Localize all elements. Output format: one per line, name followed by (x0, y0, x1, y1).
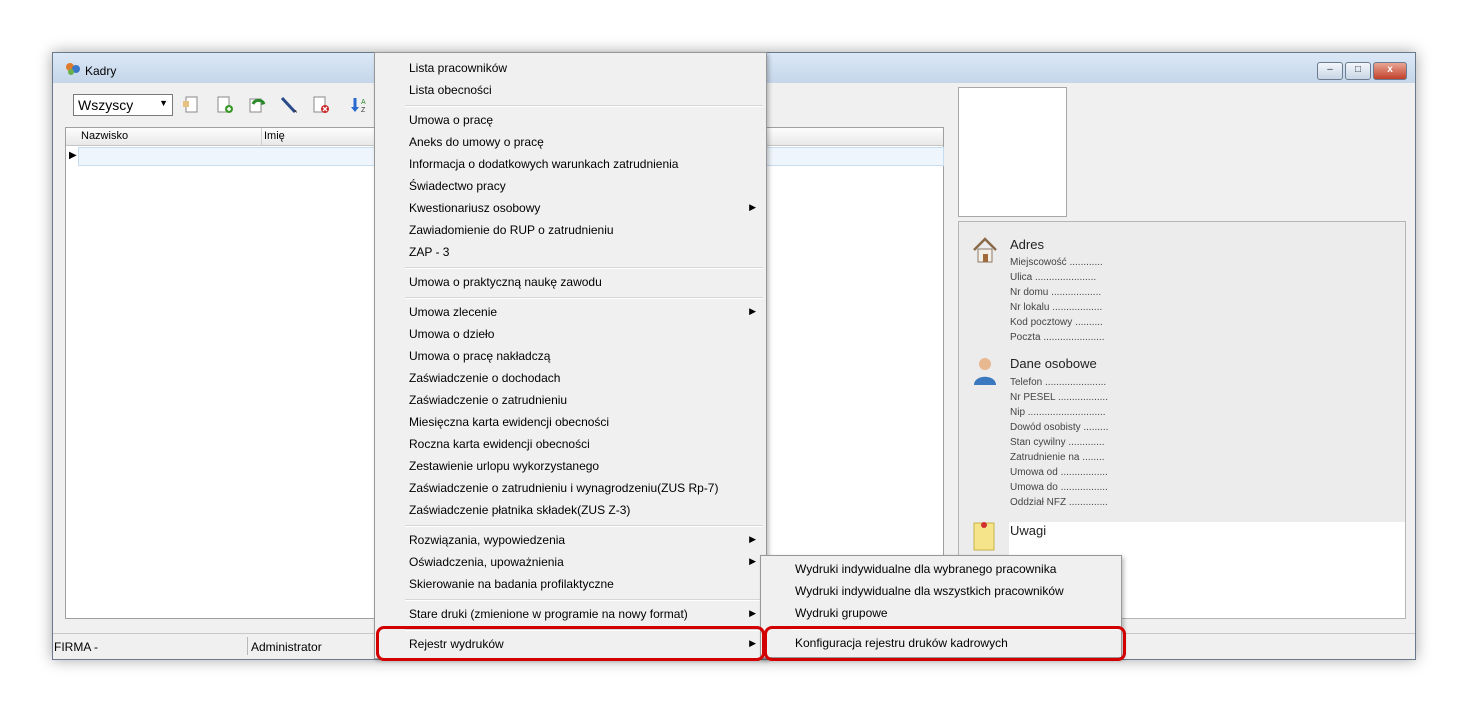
row-pointer-icon: ▶ (69, 150, 77, 161)
menu-item-zus-z3[interactable]: Zaświadczenie płatnika składek(ZUS Z-3) (375, 499, 766, 521)
menu-item-lista-pracownikow[interactable]: Lista pracowników (375, 57, 766, 79)
field-miejscowosc: Miejscowość ............ (1010, 257, 1103, 268)
menu-item-praca-nakladcza[interactable]: Umowa o pracę nakładczą (375, 345, 766, 367)
refresh-icon[interactable] (247, 96, 267, 114)
menu-separator (405, 297, 763, 299)
field-poczta: Poczta ...................... (1010, 332, 1105, 343)
submenu-arrow-icon: ▶ (749, 306, 756, 316)
maximize-button[interactable]: □ (1345, 62, 1371, 80)
window-title: Kadry (85, 64, 117, 78)
person-icon (974, 358, 996, 385)
field-dowod: Dowód osobisty ......... (1010, 422, 1109, 433)
field-nr-domu: Nr domu .................. (1010, 287, 1102, 298)
document-icon[interactable] (181, 96, 201, 114)
menu-item-umowa-o-dzielo[interactable]: Umowa o dzieło (375, 323, 766, 345)
menu-item-informacja[interactable]: Informacja o dodatkowych warunkach zatru… (375, 153, 766, 175)
app-icon (66, 63, 80, 75)
column-header-nazwisko[interactable]: Nazwisko (81, 130, 128, 142)
field-stan-cywilny: Stan cywilny ............. (1010, 437, 1105, 448)
menu-item-zawiadomienie-rup[interactable]: Zawiadomienie do RUP o zatrudnieniu (375, 219, 766, 241)
menu-item-aneks[interactable]: Aneks do umowy o pracę (375, 131, 766, 153)
menu-item-rozwiazania[interactable]: Rozwiązania, wypowiedzenia ▶ (375, 529, 766, 551)
menu-item-zaswiadczenie-zatrudnienie[interactable]: Zaświadczenie o zatrudnieniu (375, 389, 766, 411)
filter-value: Wszyscy (78, 97, 134, 113)
menu-item-roczna-karta[interactable]: Roczna karta ewidencji obecności (375, 433, 766, 455)
notes-title: Uwagi (1010, 523, 1047, 538)
field-umowa-od: Umowa od ................. (1010, 467, 1108, 478)
add-document-icon[interactable] (215, 96, 235, 114)
menu-item-zap3[interactable]: ZAP - 3 (375, 241, 766, 263)
menu-item-miesieczna-karta[interactable]: Miesięczna karta ewidencji obecności (375, 411, 766, 433)
menu-item-swiadectwo-pracy[interactable]: Świadectwo pracy (375, 175, 766, 197)
menu-item-umowa-zlecenie[interactable]: Umowa zlecenie ▶ (375, 301, 766, 323)
menu-item-stare-druki[interactable]: Stare druki (zmienione w programie na no… (375, 603, 766, 625)
highlight-konfiguracja (764, 626, 1126, 661)
field-ulica: Ulica ...................... (1010, 272, 1097, 283)
employee-photo (958, 87, 1067, 217)
menu-item-zaswiadczenie-dochody[interactable]: Zaświadczenie o dochodach (375, 367, 766, 389)
menu-item-umowa-o-prace[interactable]: Umowa o pracę (375, 109, 766, 131)
close-button[interactable]: x (1373, 62, 1407, 80)
chevron-down-icon: ▼ (159, 98, 168, 108)
field-nip: Nip ............................ (1010, 407, 1106, 418)
address-title: Adres (1010, 237, 1044, 252)
toolbar: Wszyscy ▼ AZ (65, 89, 385, 119)
field-telefon: Telefon ...................... (1010, 377, 1107, 388)
column-divider (261, 128, 262, 145)
submenu-item-wybrany-pracownik[interactable]: Wydruki indywidualne dla wybranego praco… (761, 558, 1121, 580)
menu-item-zus-rp7[interactable]: Zaświadczenie o zatrudnieniu i wynagrodz… (375, 477, 766, 499)
field-umowa-do: Umowa do ................. (1010, 482, 1108, 493)
field-kod-pocztowy: Kod pocztowy .......... (1010, 317, 1103, 328)
edit-pen-icon[interactable] (279, 96, 299, 114)
employee-filter-select[interactable]: Wszyscy ▼ (73, 94, 173, 116)
field-nr-lokalu: Nr lokalu .................. (1010, 302, 1103, 313)
svg-text:Z: Z (361, 107, 366, 114)
print-context-menu: Lista pracowników Lista obecności Umowa … (374, 52, 767, 659)
column-header-imie[interactable]: Imię (264, 130, 285, 142)
sort-az-icon[interactable]: AZ (349, 96, 369, 114)
submenu-arrow-icon: ▶ (749, 608, 756, 618)
menu-item-kwestionariusz[interactable]: Kwestionariusz osobowy ▶ (375, 197, 766, 219)
submenu-arrow-icon: ▶ (749, 202, 756, 212)
submenu-arrow-icon: ▶ (749, 556, 756, 566)
menu-item-oswiadczenia[interactable]: Oświadczenia, upoważnienia ▶ (375, 551, 766, 573)
svg-text:A: A (361, 99, 366, 106)
field-oddzial-nfz: Oddział NFZ .............. (1010, 497, 1108, 508)
submenu-arrow-icon: ▶ (749, 534, 756, 544)
house-icon (973, 237, 997, 263)
delete-document-icon[interactable] (311, 96, 331, 114)
personal-data-title: Dane osobowe (1010, 356, 1097, 371)
menu-separator (405, 599, 763, 601)
submenu-item-wszyscy-pracownicy[interactable]: Wydruki indywidualne dla wszystkich prac… (761, 580, 1121, 602)
sticky-note-icon (973, 522, 995, 551)
submenu-item-wydruki-grupowe[interactable]: Wydruki grupowe (761, 602, 1121, 624)
menu-item-skierowanie[interactable]: Skierowanie na badania profilaktyczne (375, 573, 766, 595)
menu-item-lista-obecnosci[interactable]: Lista obecności (375, 79, 766, 101)
minimize-button[interactable]: – (1317, 62, 1343, 80)
field-zatrudnienie: Zatrudnienie na ........ (1010, 452, 1105, 463)
menu-separator (405, 105, 763, 107)
menu-separator (405, 267, 763, 269)
menu-separator (405, 525, 763, 527)
status-company: FIRMA - (54, 640, 98, 654)
highlight-rejestr-wydrukow (376, 626, 765, 661)
status-user: Administrator (251, 640, 322, 654)
status-divider (247, 637, 248, 655)
field-pesel: Nr PESEL .................. (1010, 392, 1108, 403)
menu-item-praktyczna-nauka[interactable]: Umowa o praktyczną naukę zawodu (375, 271, 766, 293)
menu-item-zestawienie-urlopu[interactable]: Zestawienie urlopu wykorzystanego (375, 455, 766, 477)
